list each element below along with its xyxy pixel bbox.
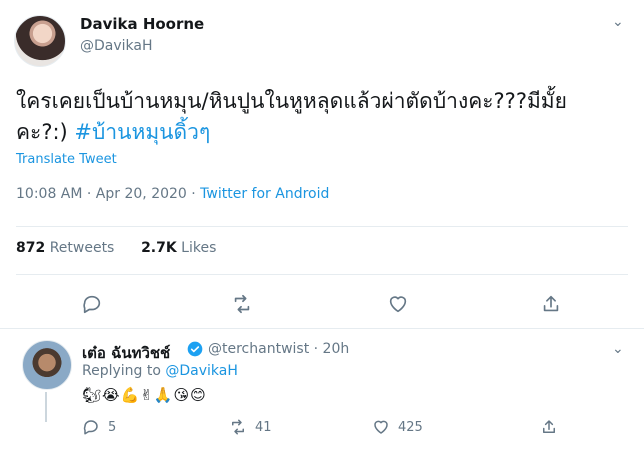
author-avatar[interactable] bbox=[14, 15, 66, 67]
likes-label: Likes bbox=[181, 240, 217, 256]
retweet-button[interactable] bbox=[229, 291, 255, 317]
divider bbox=[16, 226, 628, 227]
thread-line bbox=[45, 392, 47, 422]
like-button[interactable] bbox=[385, 291, 411, 317]
tweet-text-line1: ใครเคยเป็นบ้านหมุน/หินปูนในหูหลุดแล้วผ่า… bbox=[16, 89, 567, 113]
divider bbox=[16, 274, 628, 275]
retweet-icon bbox=[232, 419, 244, 435]
reply-retweet-button[interactable]: 41 bbox=[229, 418, 272, 436]
tweet-meta: 10:08 AM · Apr 20, 2020 · Twitter for An… bbox=[16, 186, 329, 202]
retweets-stat[interactable]: 872 Retweets bbox=[16, 240, 114, 256]
share-button[interactable] bbox=[538, 291, 564, 317]
retweets-label: Retweets bbox=[49, 240, 115, 256]
reply-author-display-name[interactable]: เต๋อ ฉันทวิชช์ bbox=[82, 341, 170, 365]
tweet-timestamp[interactable]: 10:08 AM · Apr 20, 2020 · bbox=[16, 186, 200, 202]
tweet-text-line2: คะ?:) bbox=[16, 120, 75, 144]
reply-count: 5 bbox=[108, 419, 117, 435]
hashtag-link[interactable]: #บ้านหมุนดิ้วๆ bbox=[74, 120, 210, 144]
author-handle[interactable]: @DavikaH bbox=[80, 38, 153, 54]
translate-tweet-link[interactable]: Translate Tweet bbox=[16, 152, 117, 167]
reply-icon bbox=[83, 295, 101, 314]
verified-icon bbox=[187, 341, 203, 357]
reply-share-button[interactable] bbox=[540, 418, 558, 436]
share-icon bbox=[543, 295, 559, 312]
replying-to-handle-link[interactable]: @DavikaH bbox=[165, 363, 238, 379]
tweet-source-link[interactable]: Twitter for Android bbox=[200, 186, 329, 202]
section-divider bbox=[0, 328, 644, 329]
chevron-down-icon[interactable]: ⌄ bbox=[612, 341, 624, 357]
reply-reply-button[interactable]: 5 bbox=[82, 418, 116, 436]
replying-to: Replying to @DavikaH bbox=[82, 363, 238, 379]
likes-count: 2.7K bbox=[141, 240, 177, 256]
reply-button[interactable] bbox=[79, 291, 105, 317]
likes-stat[interactable]: 2.7K Likes bbox=[141, 240, 216, 256]
reply-author-handle-time[interactable]: @terchantwist · 20h bbox=[208, 341, 349, 357]
replying-to-label: Replying to bbox=[82, 363, 166, 379]
like-count: 425 bbox=[398, 419, 423, 435]
reply-like-button[interactable]: 425 bbox=[372, 418, 423, 436]
author-display-name[interactable]: Davika Hoorne bbox=[80, 15, 204, 33]
tweet-stats: 872 Retweets 2.7K Likes bbox=[16, 240, 216, 256]
tweet-text: ใครเคยเป็นบ้านหมุน/หินปูนในหูหลุดแล้วผ่า… bbox=[16, 86, 626, 148]
retweets-count: 872 bbox=[16, 240, 46, 256]
chevron-down-icon[interactable]: ⌄ bbox=[612, 14, 624, 30]
reply-icon bbox=[83, 420, 98, 435]
reply-text: 🐿😭💪✌🙏😘😊 bbox=[82, 386, 207, 404]
share-icon bbox=[543, 420, 555, 433]
like-icon bbox=[374, 420, 388, 434]
like-icon bbox=[389, 296, 407, 313]
reply-author-avatar[interactable] bbox=[22, 340, 72, 390]
retweet-icon bbox=[234, 294, 250, 314]
retweet-count: 41 bbox=[255, 419, 272, 435]
